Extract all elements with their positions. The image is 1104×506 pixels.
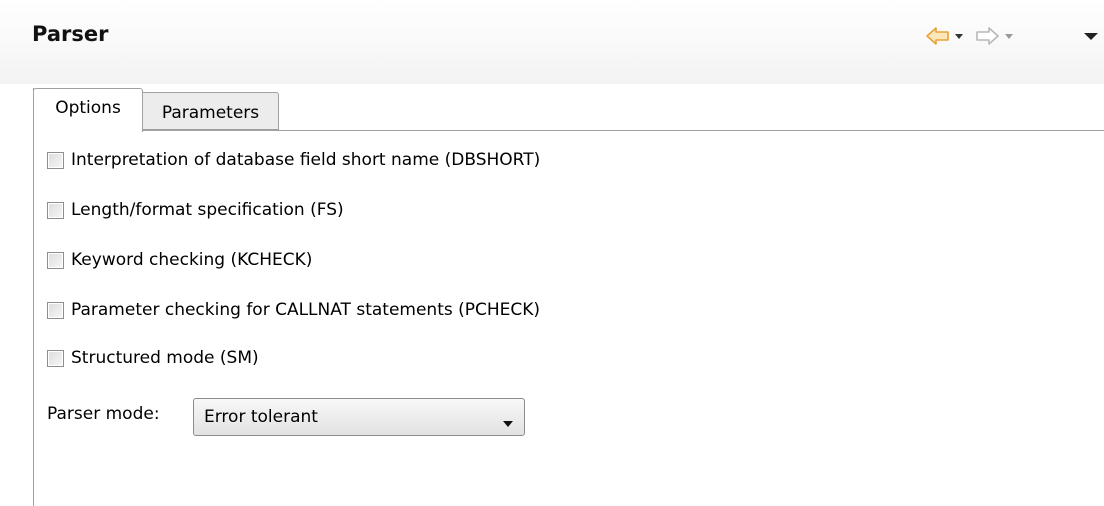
tab-parameters[interactable]: Parameters — [143, 92, 279, 130]
chevron-down-icon[interactable] — [953, 26, 965, 46]
option-pcheck[interactable]: Parameter checking for CALLNAT statement… — [47, 298, 540, 322]
view-menu-button[interactable] — [1083, 24, 1099, 48]
checkbox[interactable] — [47, 349, 64, 367]
chevron-down-icon[interactable] — [502, 413, 514, 433]
tab-options[interactable]: Options — [33, 88, 143, 132]
option-label: Interpretation of database field short n… — [71, 150, 541, 170]
panel-border — [33, 88, 34, 506]
checkbox[interactable] — [47, 151, 64, 169]
forward-button[interactable] — [975, 24, 999, 48]
tab-strip-border — [143, 130, 1104, 131]
option-fs[interactable]: Length/format specification (FS) — [47, 198, 344, 222]
option-label: Keyword checking (KCHECK) — [71, 250, 313, 270]
back-button[interactable] — [926, 24, 950, 48]
checkbox[interactable] — [47, 201, 64, 219]
back-arrow-icon[interactable] — [926, 26, 950, 46]
parser-mode-select[interactable]: Error tolerant — [193, 398, 525, 436]
parser-mode-label: Parser mode: — [47, 404, 160, 424]
forward-arrow-icon[interactable] — [975, 26, 999, 46]
parser-mode-value: Error tolerant — [204, 407, 318, 427]
view-header: Parser — [0, 0, 1104, 84]
checkbox[interactable] — [47, 301, 64, 319]
checkbox[interactable] — [47, 251, 64, 269]
back-history-dropdown[interactable] — [953, 24, 965, 48]
option-label: Length/format specification (FS) — [71, 200, 344, 220]
view-menu-icon[interactable] — [1083, 26, 1099, 46]
option-sm[interactable]: Structured mode (SM) — [47, 346, 259, 370]
page-title: Parser — [32, 22, 109, 46]
option-label: Parameter checking for CALLNAT statement… — [71, 300, 541, 320]
option-dbshort[interactable]: Interpretation of database field short n… — [47, 148, 540, 172]
forward-history-dropdown[interactable] — [1003, 24, 1015, 48]
chevron-down-icon[interactable] — [1003, 26, 1015, 46]
option-kcheck[interactable]: Keyword checking (KCHECK) — [47, 248, 312, 272]
option-label: Structured mode (SM) — [71, 348, 259, 368]
